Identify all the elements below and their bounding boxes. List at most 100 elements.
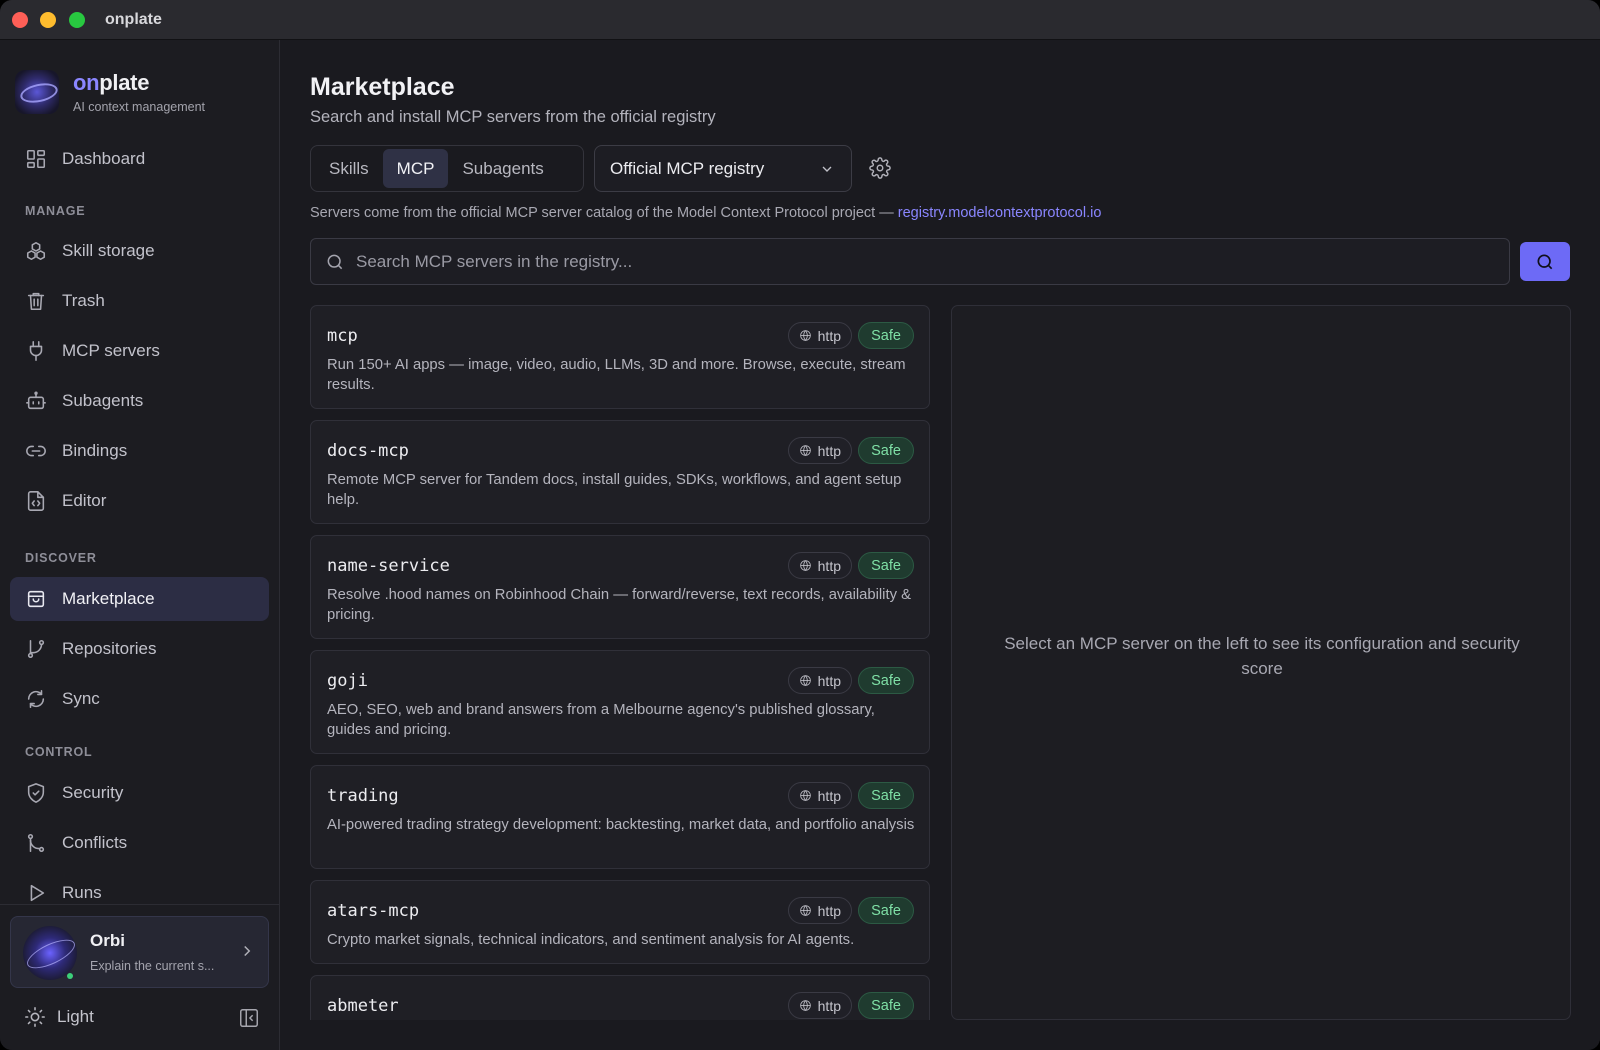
sidebar-item-label: Marketplace [62,589,155,608]
registry-settings-button[interactable] [869,157,891,179]
zoom-window-button[interactable] [69,12,85,28]
empty-state-message: Select an MCP server on the left to see … [1004,634,1520,678]
shield-check-icon [25,782,47,804]
safety-badge: Safe [858,667,914,694]
titlebar: onplate [0,0,1600,40]
server-name: trading [327,786,399,806]
app-window: onplate onplate AI context management Da… [0,0,1600,1050]
shopping-bag-icon [25,588,47,610]
server-description: Remote MCP server for Tandem docs, insta… [327,472,902,508]
server-name: mcp [327,326,358,346]
online-status-dot [67,973,73,979]
server-card[interactable]: name-service http Safe Resolve .hood nam… [310,535,930,639]
tab-skills[interactable]: Skills [315,149,383,188]
window-title: onplate [105,11,162,28]
registry-link[interactable]: registry.modelcontextprotocol.io [898,205,1102,221]
server-card[interactable]: abmeter http Safe [310,975,930,1020]
main-content: Marketplace Search and install MCP serve… [280,40,1600,1050]
bot-icon [25,390,47,412]
minimize-window-button[interactable] [40,12,56,28]
assistant-avatar [23,926,77,980]
sidebar-item-label: Subagents [62,391,144,410]
sun-icon [25,1007,45,1027]
section-label-control: CONTROL [25,745,93,759]
sidebar-item-dashboard[interactable]: Dashboard [10,137,269,181]
sidebar-item-editor[interactable]: Editor [10,479,269,523]
transport-badge: http [787,667,852,694]
search-icon [325,252,345,272]
safety-badge: Safe [858,782,914,809]
sidebar-item-label: Trash [62,291,105,310]
sidebar-item-subagents[interactable]: Subagents [10,379,269,423]
sidebar-item-marketplace[interactable]: Marketplace [10,577,269,621]
server-card[interactable]: trading http Safe AI-powered trading str… [310,765,930,869]
chevron-down-icon [819,161,835,177]
refresh-icon [25,688,47,710]
sidebar-item-label: Security [62,783,124,802]
brand-logo [15,70,59,114]
assistant-name: Orbi [90,931,125,950]
search-box [310,238,1510,285]
search-icon [1537,254,1553,269]
marketplace-tabs: Skills MCP Subagents [310,145,584,192]
trash-icon [25,290,47,312]
sidebar-item-trash[interactable]: Trash [10,279,269,323]
theme-label: Light [57,1007,94,1026]
collapse-sidebar-button[interactable] [238,1007,260,1029]
safety-badge: Safe [858,552,914,579]
server-card[interactable]: goji http Safe AEO, SEO, web and brand a… [310,650,930,754]
globe-icon [799,675,811,687]
tab-subagents[interactable]: Subagents [448,149,557,188]
server-card[interactable]: atars-mcp http Safe Crypto market signal… [310,880,930,964]
sidebar-item-label: Repositories [62,639,157,658]
server-card[interactable]: mcp http Safe Run 150+ AI apps — image, … [310,305,930,409]
sidebar-item-bindings[interactable]: Bindings [10,429,269,473]
theme-toggle[interactable]: Light [24,1006,94,1028]
page-subtitle: Search and install MCP servers from the … [310,108,716,126]
sidebar-item-repositories[interactable]: Repositories [10,627,269,671]
server-card[interactable]: docs-mcp http Safe Remote MCP server for… [310,420,930,524]
transport-badge: http [787,437,852,464]
git-merge-icon [25,832,47,854]
sidebar-item-label: MCP servers [62,341,160,360]
registry-select[interactable]: Official MCP registry [594,145,852,192]
globe-icon [799,1000,811,1012]
sidebar-item-conflicts[interactable]: Conflicts [10,821,269,865]
sidebar-item-security[interactable]: Security [10,771,269,815]
sidebar-item-label: Dashboard [62,149,146,168]
server-description: AEO, SEO, web and brand answers from a M… [327,702,875,738]
globe-icon [799,905,811,917]
transport-badge: http [787,897,852,924]
sidebar-item-label: Conflicts [62,833,128,852]
globe-icon [799,330,811,342]
sidebar-item-label: Runs [62,883,102,902]
git-branch-icon [25,638,47,660]
search-input[interactable] [356,247,1496,277]
assistant-card[interactable]: Orbi Explain the current s... [10,916,269,988]
server-description: Crypto market signals, technical indicat… [327,932,855,948]
link-icon [25,440,47,462]
play-icon [25,882,47,904]
file-code-icon [25,490,47,512]
close-window-button[interactable] [12,12,28,28]
sidebar-item-runs[interactable]: Runs [10,871,269,915]
safety-badge: Safe [858,322,914,349]
sidebar-item-label: Sync [62,689,100,708]
sidebar-item-mcp-servers[interactable]: MCP servers [10,329,269,373]
tab-mcp[interactable]: MCP [382,149,449,188]
server-name: goji [327,671,368,691]
transport-badge: http [787,322,852,349]
globe-icon [799,560,811,572]
registry-info: Servers come from the official MCP serve… [310,205,1102,221]
brand-subtitle: AI context management [73,100,206,114]
search-button[interactable] [1520,242,1570,281]
sidebar-item-skill-storage[interactable]: Skill storage [10,229,269,273]
boxes-icon [25,240,47,262]
page-title: Marketplace [310,73,455,101]
server-description: Resolve .hood names on Robinhood Chain —… [327,587,911,623]
sidebar-item-sync[interactable]: Sync [10,677,269,721]
dashboard-icon [25,148,47,170]
globe-icon [799,790,811,802]
panel-left-icon [240,1009,258,1027]
section-label-manage: MANAGE [25,204,86,218]
